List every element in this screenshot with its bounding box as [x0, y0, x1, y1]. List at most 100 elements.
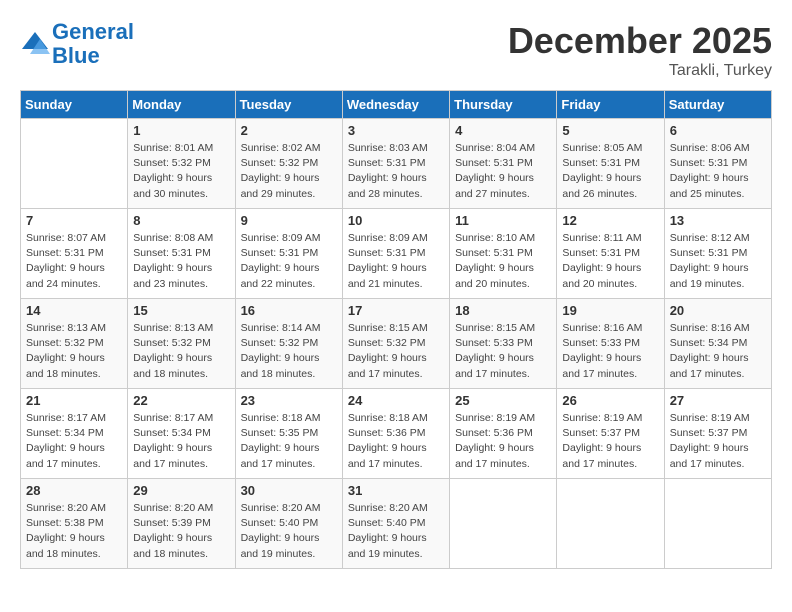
- day-number: 13: [670, 213, 766, 228]
- day-info: Sunrise: 8:19 AM Sunset: 5:36 PM Dayligh…: [455, 411, 551, 472]
- weekday-header-wednesday: Wednesday: [342, 91, 449, 119]
- calendar-cell: [557, 479, 664, 569]
- calendar-cell: 11 Sunrise: 8:10 AM Sunset: 5:31 PM Dayli…: [450, 209, 557, 299]
- day-number: 25: [455, 393, 551, 408]
- logo-icon: [20, 29, 50, 59]
- calendar-cell: 16 Sunrise: 8:14 AM Sunset: 5:32 PM Dayli…: [235, 299, 342, 389]
- weekday-header-thursday: Thursday: [450, 91, 557, 119]
- day-number: 31: [348, 483, 444, 498]
- calendar-cell: 6 Sunrise: 8:06 AM Sunset: 5:31 PM Daylig…: [664, 119, 771, 209]
- day-info: Sunrise: 8:19 AM Sunset: 5:37 PM Dayligh…: [562, 411, 658, 472]
- weekday-header-monday: Monday: [128, 91, 235, 119]
- day-number: 10: [348, 213, 444, 228]
- calendar-cell: 9 Sunrise: 8:09 AM Sunset: 5:31 PM Daylig…: [235, 209, 342, 299]
- calendar-cell: [664, 479, 771, 569]
- day-info: Sunrise: 8:01 AM Sunset: 5:32 PM Dayligh…: [133, 141, 229, 202]
- day-info: Sunrise: 8:17 AM Sunset: 5:34 PM Dayligh…: [133, 411, 229, 472]
- calendar-cell: 13 Sunrise: 8:12 AM Sunset: 5:31 PM Dayli…: [664, 209, 771, 299]
- day-number: 18: [455, 303, 551, 318]
- calendar-week-5: 28 Sunrise: 8:20 AM Sunset: 5:38 PM Dayli…: [21, 479, 772, 569]
- day-info: Sunrise: 8:19 AM Sunset: 5:37 PM Dayligh…: [670, 411, 766, 472]
- weekday-header-sunday: Sunday: [21, 91, 128, 119]
- day-info: Sunrise: 8:12 AM Sunset: 5:31 PM Dayligh…: [670, 231, 766, 292]
- calendar-cell: 31 Sunrise: 8:20 AM Sunset: 5:40 PM Dayli…: [342, 479, 449, 569]
- day-info: Sunrise: 8:07 AM Sunset: 5:31 PM Dayligh…: [26, 231, 122, 292]
- day-number: 11: [455, 213, 551, 228]
- day-info: Sunrise: 8:06 AM Sunset: 5:31 PM Dayligh…: [670, 141, 766, 202]
- location: Tarakli, Turkey: [508, 62, 772, 80]
- day-number: 19: [562, 303, 658, 318]
- day-info: Sunrise: 8:18 AM Sunset: 5:36 PM Dayligh…: [348, 411, 444, 472]
- weekday-header-saturday: Saturday: [664, 91, 771, 119]
- calendar-cell: 20 Sunrise: 8:16 AM Sunset: 5:34 PM Dayli…: [664, 299, 771, 389]
- calendar-cell: 10 Sunrise: 8:09 AM Sunset: 5:31 PM Dayli…: [342, 209, 449, 299]
- calendar-cell: 26 Sunrise: 8:19 AM Sunset: 5:37 PM Dayli…: [557, 389, 664, 479]
- day-number: 15: [133, 303, 229, 318]
- day-number: 16: [241, 303, 337, 318]
- calendar-cell: 3 Sunrise: 8:03 AM Sunset: 5:31 PM Daylig…: [342, 119, 449, 209]
- day-info: Sunrise: 8:20 AM Sunset: 5:40 PM Dayligh…: [241, 501, 337, 562]
- day-number: 20: [670, 303, 766, 318]
- calendar-cell: 22 Sunrise: 8:17 AM Sunset: 5:34 PM Dayli…: [128, 389, 235, 479]
- day-number: 6: [670, 123, 766, 138]
- calendar-cell: 21 Sunrise: 8:17 AM Sunset: 5:34 PM Dayli…: [21, 389, 128, 479]
- calendar-week-1: 1 Sunrise: 8:01 AM Sunset: 5:32 PM Daylig…: [21, 119, 772, 209]
- calendar-cell: 30Sunrise: 8:20 AM Sunset: 5:40 PM Dayli…: [235, 479, 342, 569]
- day-number: 29: [133, 483, 229, 498]
- day-info: Sunrise: 8:16 AM Sunset: 5:33 PM Dayligh…: [562, 321, 658, 382]
- calendar-body: 1 Sunrise: 8:01 AM Sunset: 5:32 PM Daylig…: [21, 119, 772, 569]
- day-number: 3: [348, 123, 444, 138]
- day-number: 28: [26, 483, 122, 498]
- day-info: Sunrise: 8:20 AM Sunset: 5:40 PM Dayligh…: [348, 501, 444, 562]
- calendar-cell: 18Sunrise: 8:15 AM Sunset: 5:33 PM Dayli…: [450, 299, 557, 389]
- logo-line1: General: [52, 19, 134, 44]
- calendar-header: SundayMondayTuesdayWednesdayThursdayFrid…: [21, 91, 772, 119]
- day-info: Sunrise: 8:09 AM Sunset: 5:31 PM Dayligh…: [348, 231, 444, 292]
- day-number: 21: [26, 393, 122, 408]
- calendar-cell: 15 Sunrise: 8:13 AM Sunset: 5:32 PM Dayli…: [128, 299, 235, 389]
- day-number: 22: [133, 393, 229, 408]
- calendar-week-4: 21 Sunrise: 8:17 AM Sunset: 5:34 PM Dayli…: [21, 389, 772, 479]
- day-info: Sunrise: 8:13 AM Sunset: 5:32 PM Dayligh…: [26, 321, 122, 382]
- day-info: Sunrise: 8:04 AM Sunset: 5:31 PM Dayligh…: [455, 141, 551, 202]
- calendar-cell: 29Sunrise: 8:20 AM Sunset: 5:39 PM Dayli…: [128, 479, 235, 569]
- day-info: Sunrise: 8:03 AM Sunset: 5:31 PM Dayligh…: [348, 141, 444, 202]
- calendar-cell: 12Sunrise: 8:11 AM Sunset: 5:31 PM Dayli…: [557, 209, 664, 299]
- day-number: 2: [241, 123, 337, 138]
- calendar-cell: [450, 479, 557, 569]
- calendar-cell: 1 Sunrise: 8:01 AM Sunset: 5:32 PM Daylig…: [128, 119, 235, 209]
- calendar-cell: 17Sunrise: 8:15 AM Sunset: 5:32 PM Dayli…: [342, 299, 449, 389]
- day-info: Sunrise: 8:13 AM Sunset: 5:32 PM Dayligh…: [133, 321, 229, 382]
- day-info: Sunrise: 8:20 AM Sunset: 5:38 PM Dayligh…: [26, 501, 122, 562]
- calendar-cell: 28 Sunrise: 8:20 AM Sunset: 5:38 PM Dayli…: [21, 479, 128, 569]
- day-number: 1: [133, 123, 229, 138]
- day-number: 7: [26, 213, 122, 228]
- calendar-cell: 4Sunrise: 8:04 AM Sunset: 5:31 PM Daylig…: [450, 119, 557, 209]
- day-info: Sunrise: 8:09 AM Sunset: 5:31 PM Dayligh…: [241, 231, 337, 292]
- calendar-cell: 23Sunrise: 8:18 AM Sunset: 5:35 PM Dayli…: [235, 389, 342, 479]
- weekday-row: SundayMondayTuesdayWednesdayThursdayFrid…: [21, 91, 772, 119]
- day-info: Sunrise: 8:14 AM Sunset: 5:32 PM Dayligh…: [241, 321, 337, 382]
- day-number: 9: [241, 213, 337, 228]
- day-number: 14: [26, 303, 122, 318]
- calendar-cell: 5Sunrise: 8:05 AM Sunset: 5:31 PM Daylig…: [557, 119, 664, 209]
- title-block: December 2025 Tarakli, Turkey: [508, 20, 772, 80]
- logo: General Blue: [20, 20, 134, 68]
- day-number: 24: [348, 393, 444, 408]
- day-number: 26: [562, 393, 658, 408]
- day-number: 27: [670, 393, 766, 408]
- calendar-cell: 8Sunrise: 8:08 AM Sunset: 5:31 PM Daylig…: [128, 209, 235, 299]
- calendar-cell: 2 Sunrise: 8:02 AM Sunset: 5:32 PM Daylig…: [235, 119, 342, 209]
- calendar-week-2: 7 Sunrise: 8:07 AM Sunset: 5:31 PM Daylig…: [21, 209, 772, 299]
- calendar-cell: [21, 119, 128, 209]
- month-title: December 2025: [508, 20, 772, 62]
- day-number: 12: [562, 213, 658, 228]
- day-info: Sunrise: 8:15 AM Sunset: 5:32 PM Dayligh…: [348, 321, 444, 382]
- day-info: Sunrise: 8:02 AM Sunset: 5:32 PM Dayligh…: [241, 141, 337, 202]
- day-info: Sunrise: 8:18 AM Sunset: 5:35 PM Dayligh…: [241, 411, 337, 472]
- calendar-table: SundayMondayTuesdayWednesdayThursdayFrid…: [20, 90, 772, 569]
- day-info: Sunrise: 8:16 AM Sunset: 5:34 PM Dayligh…: [670, 321, 766, 382]
- calendar-cell: 25 Sunrise: 8:19 AM Sunset: 5:36 PM Dayli…: [450, 389, 557, 479]
- day-info: Sunrise: 8:10 AM Sunset: 5:31 PM Dayligh…: [455, 231, 551, 292]
- day-info: Sunrise: 8:17 AM Sunset: 5:34 PM Dayligh…: [26, 411, 122, 472]
